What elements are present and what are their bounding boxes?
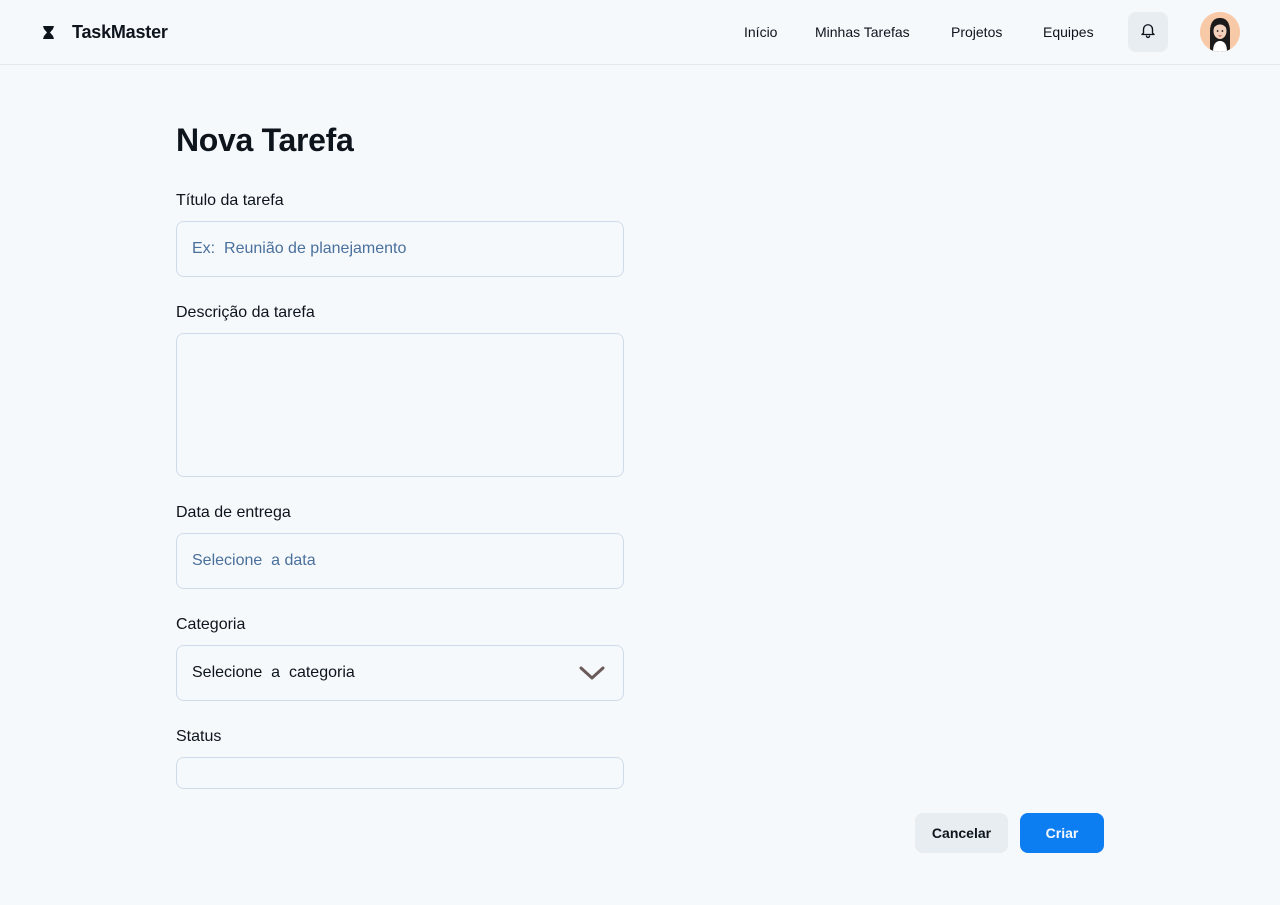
task-title-label: Título da tarefa [176,192,284,209]
task-description-label: Descrição da tarefa [176,304,315,321]
category-selected-value: Selecione a categoria [192,664,355,681]
category-label: Categoria [176,616,246,633]
nav-link-inicio[interactable]: Início [744,24,777,40]
user-avatar[interactable] [1200,12,1240,52]
notifications-button[interactable] [1128,12,1168,52]
page-title: Nova Tarefa [176,122,354,158]
brand[interactable]: TaskMaster [40,0,168,64]
task-description-textarea[interactable] [176,333,624,477]
task-title-input[interactable] [176,221,624,277]
app-name: TaskMaster [72,21,168,42]
create-button[interactable]: Criar [1020,813,1104,853]
status-input[interactable] [176,757,624,789]
cancel-button[interactable]: Cancelar [915,813,1008,853]
nav-link-equipes[interactable]: Equipes [1043,24,1094,40]
due-date-input[interactable] [176,533,624,589]
bell-icon [1139,21,1157,44]
nav-link-projetos[interactable]: Projetos [951,24,1002,40]
nav-link-minhas-tarefas[interactable]: Minhas Tarefas [815,24,910,40]
status-label: Status [176,728,222,745]
chevron-down-icon [579,665,605,681]
category-select[interactable]: Selecione a categoria [176,645,624,701]
top-navigation-bar: TaskMaster Início Minhas Tarefas Projeto… [0,0,1280,65]
due-date-label: Data de entrega [176,504,291,521]
hourglass-logo-icon [40,24,56,40]
